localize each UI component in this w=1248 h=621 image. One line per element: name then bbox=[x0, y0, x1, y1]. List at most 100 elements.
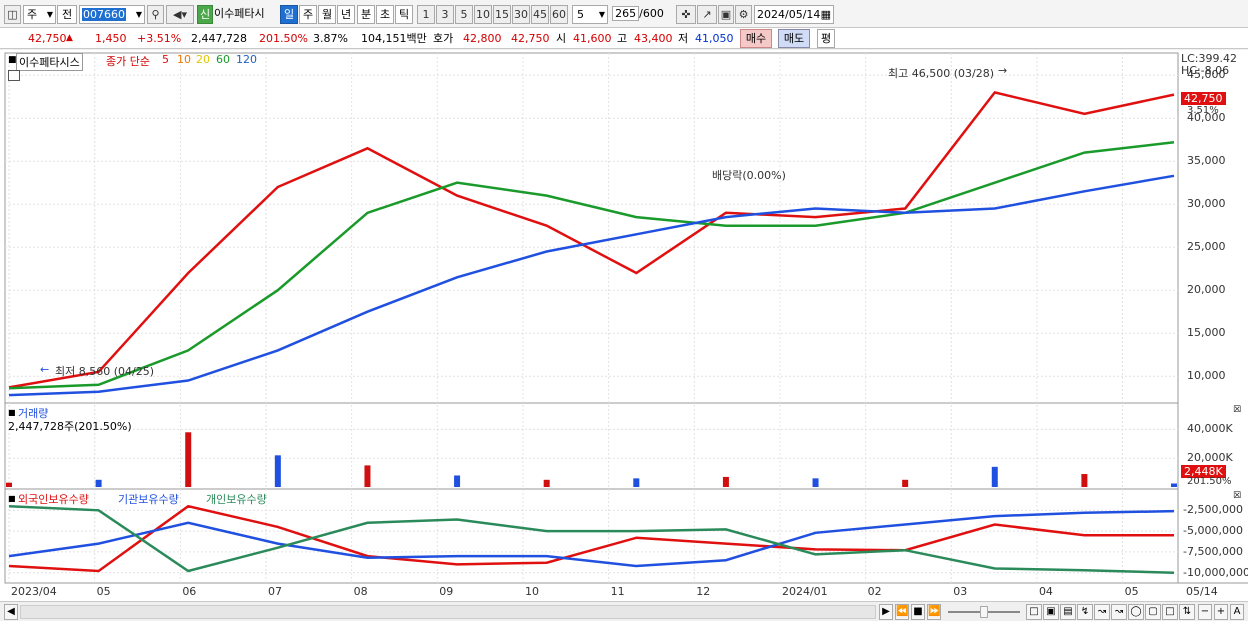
max-arrow-icon: → bbox=[998, 64, 1008, 77]
count-total: /600 bbox=[639, 7, 664, 20]
volume-bar bbox=[185, 432, 192, 487]
volume-tick-label: 40,000K bbox=[1187, 422, 1233, 436]
sound-icon[interactable]: ◀▾ bbox=[166, 5, 194, 24]
ma-line-120 bbox=[8, 174, 1175, 397]
dividend-annotation: 배당락(0.00%) bbox=[712, 169, 786, 182]
rewind-icon[interactable]: ⏪ bbox=[895, 604, 909, 620]
interval-3[interactable]: 3 bbox=[436, 5, 454, 24]
turnover: 3.87% bbox=[313, 32, 348, 45]
interval-5[interactable]: 5 bbox=[455, 5, 473, 24]
x-tick-label: 11 bbox=[610, 585, 625, 598]
tool-icon[interactable]: ↝ bbox=[1111, 604, 1127, 620]
tab-period-month[interactable]: 월 bbox=[318, 5, 336, 24]
volume-bar bbox=[1171, 483, 1177, 487]
price-tick-label: 15,000 bbox=[1187, 326, 1226, 340]
tool-icon[interactable]: □ bbox=[1026, 604, 1042, 620]
foreign-holding-label: 외국인보유수량 bbox=[18, 493, 89, 506]
quote-bar: 42,750 ▲ 1,450 +3.51% 2,447,728 201.50% … bbox=[0, 28, 1248, 49]
crosshair-icon[interactable]: ✜ bbox=[676, 5, 696, 24]
scroll-track[interactable] bbox=[20, 605, 876, 619]
interval-15[interactable]: 15 bbox=[493, 5, 511, 24]
buy-button[interactable]: 매수 bbox=[740, 29, 772, 48]
tool-icon[interactable]: ▢ bbox=[1145, 604, 1161, 620]
high-label: 고 bbox=[617, 32, 628, 45]
volume-bar bbox=[543, 479, 550, 487]
chevron-down-icon: ▼ bbox=[46, 10, 53, 19]
close-panel-icon[interactable]: ☒ bbox=[1233, 491, 1241, 501]
market-select[interactable]: 주 ▼ bbox=[23, 5, 56, 24]
interval-60[interactable]: 60 bbox=[550, 5, 568, 24]
gear-icon[interactable]: ⚙ bbox=[735, 5, 752, 24]
count-input[interactable]: 265/600 bbox=[612, 5, 664, 24]
interval-1[interactable]: 1 bbox=[417, 5, 435, 24]
forward-icon[interactable]: ⏩ bbox=[927, 604, 941, 620]
scroll-right-icon[interactable]: ▶ bbox=[879, 604, 893, 620]
chart-canvas[interactable] bbox=[0, 50, 1248, 601]
tool-icon[interactable]: ⇅ bbox=[1179, 604, 1195, 620]
price-change: 1,450 bbox=[95, 32, 127, 45]
tab-period-second[interactable]: 초 bbox=[376, 5, 394, 24]
x-tick-label: 03 bbox=[953, 585, 968, 598]
save-icon[interactable]: ▣ bbox=[718, 5, 734, 24]
compare-select[interactable]: 전 bbox=[57, 5, 77, 24]
date-value: 2024/05/14 bbox=[757, 8, 821, 21]
interval-30[interactable]: 30 bbox=[512, 5, 530, 24]
volume-bar bbox=[1081, 474, 1088, 487]
auto-icon[interactable]: A bbox=[1230, 604, 1244, 620]
table-icon[interactable] bbox=[8, 70, 20, 81]
eval-button[interactable]: 평 bbox=[817, 29, 835, 48]
ma-line-60 bbox=[8, 141, 1175, 390]
tool-icon[interactable]: ↝ bbox=[1094, 604, 1110, 620]
zoom-thumb[interactable] bbox=[980, 606, 988, 618]
max-annotation: 최고 46,500 (03/28) bbox=[888, 67, 995, 80]
scroll-left-icon[interactable]: ◀ bbox=[4, 604, 18, 620]
sell-button[interactable]: 매도 bbox=[778, 29, 810, 48]
stock-code-value: 007660 bbox=[82, 8, 126, 21]
zoom-out-icon[interactable]: − bbox=[1198, 604, 1212, 620]
search-icon[interactable]: ⚲ bbox=[147, 5, 164, 24]
stock-name: 이수페타시 bbox=[214, 7, 265, 20]
tool-icon[interactable]: ▤ bbox=[1060, 604, 1076, 620]
tab-period-tick[interactable]: 틱 bbox=[395, 5, 413, 24]
volume-bar bbox=[6, 482, 12, 487]
tool-icon[interactable]: ↯ bbox=[1077, 604, 1093, 620]
price-tick-label: 25,000 bbox=[1187, 240, 1226, 254]
panel-icon[interactable]: ■ bbox=[8, 494, 16, 503]
volume-value: 2,447,728주(201.50%) bbox=[8, 420, 132, 433]
holding-line bbox=[8, 509, 1175, 568]
interval-10[interactable]: 10 bbox=[474, 5, 492, 24]
tab-period-minute[interactable]: 분 bbox=[357, 5, 375, 24]
x-tick-label: 08 bbox=[353, 585, 368, 598]
ma-120: 120 bbox=[236, 53, 257, 66]
holding-tick-label: -5,000,000 bbox=[1183, 524, 1243, 538]
bid-price: 42,750 bbox=[511, 32, 550, 45]
toolbar: ◫ 주 ▼ 전 007660 ▼ ⚲ ◀▾ 신 이수페타시 일 주 월 년 분 초 … bbox=[0, 0, 1248, 28]
holding-tick-label: -10,000,000 bbox=[1183, 565, 1248, 579]
volume-bar bbox=[633, 478, 640, 487]
layout-icon[interactable]: ◫ bbox=[4, 5, 21, 24]
x-tick-label: 07 bbox=[267, 585, 282, 598]
stop-icon[interactable]: ■ bbox=[911, 604, 925, 620]
close-panel-icon[interactable]: ☒ bbox=[1233, 405, 1241, 415]
interval-45[interactable]: 45 bbox=[531, 5, 549, 24]
interval-value: 5 bbox=[577, 8, 584, 21]
institution-holding-label: 기관보유수량 bbox=[118, 493, 179, 506]
tool-icon[interactable]: □ bbox=[1162, 604, 1178, 620]
draw-icon[interactable]: ↗ bbox=[697, 5, 717, 24]
individual-holding-label: 개인보유수량 bbox=[206, 493, 267, 506]
chart-area[interactable]: ■ 이수페타시스 종가 단순 5 10 20 60 120 LC:399.42 … bbox=[0, 50, 1248, 601]
tool-icon[interactable]: ◯ bbox=[1128, 604, 1144, 620]
tab-period-day[interactable]: 일 bbox=[280, 5, 298, 24]
interval-input[interactable]: 5 ▼ bbox=[572, 5, 608, 24]
tab-period-year[interactable]: 년 bbox=[337, 5, 355, 24]
open-label: 시 bbox=[556, 32, 567, 45]
panel-icon[interactable]: ■ bbox=[8, 408, 16, 417]
holding-tick-label: -7,500,000 bbox=[1183, 544, 1243, 558]
volume-tick-label: 20,000K bbox=[1187, 451, 1233, 465]
tab-period-week[interactable]: 주 bbox=[299, 5, 317, 24]
date-input[interactable]: 2024/05/14 ▦ bbox=[754, 5, 834, 24]
stock-code-input[interactable]: 007660 ▼ bbox=[79, 5, 145, 24]
zoom-in-icon[interactable]: + bbox=[1214, 604, 1228, 620]
tool-icon[interactable]: ▣ bbox=[1043, 604, 1059, 620]
x-tick-label: 05 bbox=[96, 585, 111, 598]
